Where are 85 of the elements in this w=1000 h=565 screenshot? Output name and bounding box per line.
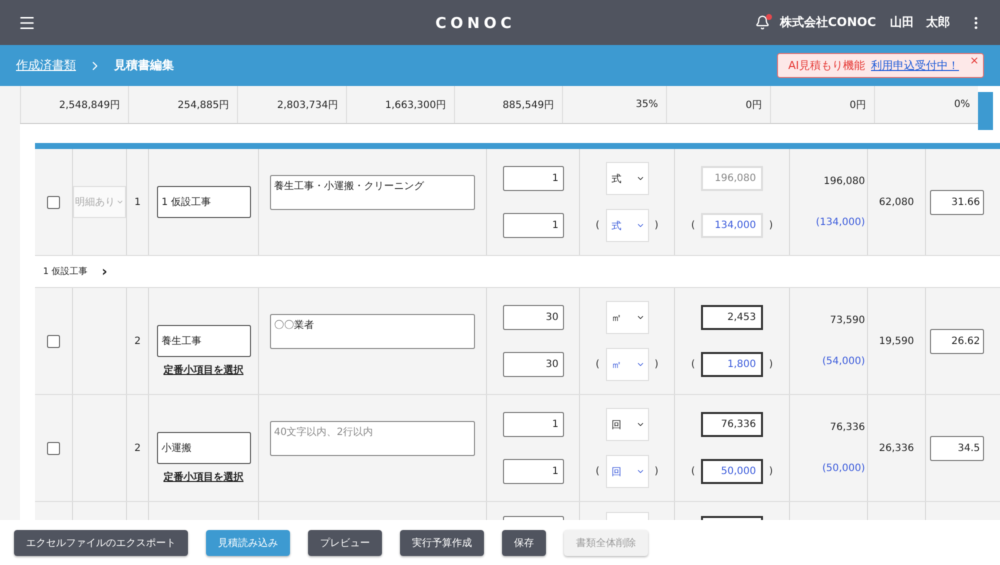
paren: (: [596, 220, 600, 231]
chevron-down-icon: [636, 420, 644, 429]
row-checkbox[interactable]: [47, 196, 60, 208]
quantity-field[interactable]: 1: [502, 412, 564, 437]
quantity-field[interactable]: 1: [502, 213, 564, 238]
name-field[interactable]: 1 仮設工事: [156, 186, 250, 218]
price-field[interactable]: 76,336: [701, 412, 763, 437]
rate-field[interactable]: 26.62: [930, 328, 984, 354]
unit-select[interactable]: 式: [606, 162, 648, 195]
paren: (: [691, 466, 695, 477]
chevron-down-icon: [636, 467, 644, 476]
summary-cell: 1,663,300円: [346, 86, 454, 123]
notice-text: AI見積もり機能: [788, 58, 865, 73]
close-button[interactable]: ×: [970, 54, 979, 67]
price-field[interactable]: 50,000: [701, 459, 763, 484]
amount-text: 196,080: [824, 176, 866, 187]
amount-text: (134,000): [816, 217, 866, 228]
action-button[interactable]: エクセルファイルのエクスポート: [14, 530, 188, 556]
user-name: 山田 太郎: [890, 14, 950, 31]
row-number: 2: [134, 442, 141, 454]
action-button[interactable]: プレビュー: [308, 530, 382, 556]
amount-text: 73,590: [830, 315, 866, 326]
chevron-down-icon: [636, 221, 644, 230]
page-title: 見積書編集: [114, 57, 174, 74]
apply-link[interactable]: 利用申込受付中！: [871, 58, 959, 73]
profit-text: 62,080: [879, 196, 914, 208]
price-field[interactable]: 1,800: [701, 352, 763, 377]
paren: ): [769, 466, 773, 477]
rate-field[interactable]: 34.5: [930, 436, 984, 460]
preset-link[interactable]: 定番小項目を選択: [164, 470, 244, 484]
unit-select[interactable]: 式: [606, 209, 648, 242]
quantity-field[interactable]: 30: [502, 352, 564, 377]
paren: ): [769, 359, 773, 370]
chevron-down-icon: [636, 360, 644, 369]
name-field[interactable]: 小運搬: [156, 432, 250, 464]
rate-field[interactable]: 31.66: [930, 190, 984, 214]
amount-text: (50,000): [822, 463, 866, 474]
row-checkbox[interactable]: [47, 334, 60, 348]
summary-cell: 0円: [666, 86, 770, 123]
description-field[interactable]: 養生工事・小運搬・クリーニング: [270, 175, 475, 210]
name-field[interactable]: 養生工事: [156, 325, 250, 357]
paren: ): [654, 359, 658, 370]
chevron-down-icon: [636, 174, 644, 183]
chevron-icon[interactable]: ›: [102, 264, 108, 280]
profit-text: 26,336: [879, 442, 914, 454]
description-field[interactable]: 40文字以内、2行以内: [270, 421, 475, 456]
chevron-down-icon: [116, 198, 124, 206]
price-field[interactable]: 134,000: [701, 213, 763, 238]
paren: (: [691, 220, 695, 231]
quantity-field[interactable]: 1: [502, 459, 564, 484]
amount-text: (54,000): [822, 356, 866, 367]
paren: (: [596, 466, 600, 477]
summary-cell: 0%: [874, 86, 978, 123]
preset-link[interactable]: 定番小項目を選択: [164, 363, 244, 377]
paren: (: [691, 359, 695, 370]
summary-cell: 2,803,734円: [237, 86, 346, 123]
summary-cell: 2,548,849円: [20, 86, 128, 123]
profit-text: 19,590: [879, 336, 914, 346]
amount-text: 76,336: [830, 422, 866, 433]
paren: ): [769, 220, 773, 231]
row-number: 2: [134, 336, 141, 346]
action-button[interactable]: 保存: [502, 530, 546, 556]
quantity-field[interactable]: 30: [502, 305, 564, 330]
company-name: 株式会社CONOC: [780, 14, 876, 31]
quantity-field[interactable]: 1: [502, 166, 564, 191]
unit-select[interactable]: 回: [606, 455, 648, 488]
row-number: 1: [134, 196, 141, 208]
summary-cell: 0円: [770, 86, 874, 123]
unit-select[interactable]: ㎡: [606, 348, 648, 381]
action-button[interactable]: 実行予算作成: [400, 530, 484, 556]
row-checkbox[interactable]: [47, 442, 60, 454]
paren: ): [654, 220, 658, 231]
paren: ): [654, 466, 658, 477]
price-field[interactable]: 2,453: [701, 305, 763, 330]
description-field[interactable]: 〇〇業者: [270, 314, 475, 349]
chevron-down-icon: [636, 313, 644, 322]
summary-cell: 885,549円: [454, 86, 562, 123]
notification-bell-icon[interactable]: [754, 15, 770, 30]
summary-cell: 254,885円: [128, 86, 237, 123]
group-label: 1 仮設工事: [43, 266, 88, 278]
unit-select[interactable]: ㎡: [606, 301, 648, 334]
summary-cell: 35%: [562, 86, 666, 123]
paren: (: [596, 359, 600, 370]
unit-select[interactable]: 回: [606, 408, 648, 441]
logo: CONOC: [434, 14, 516, 32]
